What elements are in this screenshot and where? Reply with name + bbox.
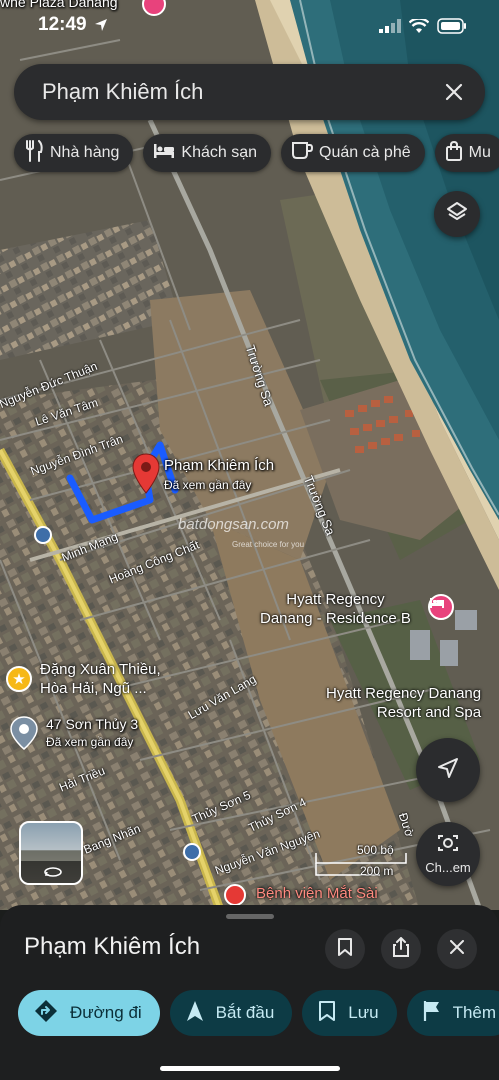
- watermark-text: batdongsan.com: [178, 516, 289, 533]
- status-bar: 12:49: [0, 0, 499, 56]
- scale-top-label: 500 bộ: [357, 843, 394, 857]
- chip-cafes[interactable]: Quán cà phê: [281, 134, 425, 172]
- search-bar[interactable]: Phạm Khiêm Ích: [14, 64, 485, 120]
- pin-subtitle-label: Đã xem gần đây: [164, 478, 252, 492]
- share-icon: [392, 936, 410, 962]
- scale-bottom-label: 200 m: [360, 864, 394, 878]
- flag-icon: [423, 1000, 441, 1027]
- poi-label-dang-xuan-thieu[interactable]: Đặng Xuân Thiều, Hòa Hải, Ngũ ...: [40, 660, 161, 698]
- poi-label-son-thuy-3[interactable]: 47 Sơn Thủy 3: [46, 716, 138, 732]
- save-place-button[interactable]: [325, 929, 365, 969]
- fork-knife-icon: [24, 139, 44, 167]
- category-chips: Nhà hàng Khách sạn Quán cà phê Mu: [14, 134, 499, 172]
- poi-label-hyatt-residence[interactable]: Hyatt Regency Danang - Residence B: [260, 590, 411, 628]
- bookmark-outline-icon: [337, 937, 353, 962]
- shopping-bag-icon: [445, 140, 463, 166]
- battery-icon: [437, 18, 467, 39]
- street-view-thumbnail[interactable]: [19, 821, 83, 885]
- camera-search-icon: [437, 833, 459, 858]
- chip-hotels-label: Khách sạn: [181, 144, 257, 161]
- watermark-subtext: Great choice for you: [232, 540, 305, 549]
- close-icon: [450, 939, 464, 959]
- bus-stop-icon[interactable]: [34, 526, 52, 544]
- coffee-cup-icon: [291, 141, 314, 166]
- search-query-text[interactable]: Phạm Khiêm Ích: [42, 79, 433, 105]
- share-button[interactable]: [381, 929, 421, 969]
- navigation-arrow-icon: [186, 1000, 204, 1027]
- place-title: Phạm Khiêm Ích: [24, 933, 201, 960]
- star-place-icon[interactable]: ★: [6, 666, 32, 692]
- directions-icon: [34, 999, 58, 1028]
- chip-hotels[interactable]: Khách sạn: [143, 134, 271, 172]
- signal-icon: [379, 19, 401, 38]
- lens-button[interactable]: Ch...em: [416, 822, 480, 886]
- chip-restaurants[interactable]: Nhà hàng: [14, 134, 134, 172]
- location-arrow-icon: [94, 18, 108, 37]
- layers-icon: [446, 201, 468, 228]
- start-button-label: Bắt đầu: [215, 1003, 275, 1022]
- sheet-drag-handle[interactable]: [226, 914, 274, 919]
- bed-icon: [153, 143, 175, 164]
- pin-title-label[interactable]: Phạm Khiêm Ích: [164, 457, 274, 474]
- save-button-label: Lưu: [348, 1003, 379, 1022]
- status-time: 12:49: [38, 14, 87, 35]
- bookmark-icon: [318, 1000, 336, 1027]
- poi-label-son-thuy-3-sub: Đã xem gần đây: [46, 735, 134, 749]
- bus-stop-icon-2[interactable]: [183, 843, 201, 861]
- chip-restaurants-label: Nhà hàng: [50, 144, 120, 161]
- add-label-button[interactable]: Thêm: [406, 990, 499, 1036]
- poi-label-benh-vien[interactable]: Bệnh viện Mắt Sài: [256, 884, 378, 903]
- home-indicator[interactable]: [160, 1066, 340, 1071]
- chip-shopping[interactable]: Mu: [434, 134, 499, 172]
- street-view-rotate-icon: [21, 861, 81, 883]
- poi-label-hyatt-resort[interactable]: Hyatt Regency Danang Resort and Spa: [326, 684, 481, 722]
- action-buttons-row: Đường đi Bắt đầu Lưu Thêm: [18, 990, 499, 1036]
- hotel-poi-icon[interactable]: [428, 594, 454, 620]
- directions-button[interactable]: Đường đi: [18, 990, 160, 1036]
- layers-button[interactable]: [434, 191, 480, 237]
- close-icon[interactable]: [433, 71, 475, 113]
- chip-shopping-label: Mu: [468, 144, 491, 161]
- start-button[interactable]: Bắt đầu: [169, 990, 293, 1036]
- hospital-poi-icon[interactable]: [224, 884, 246, 906]
- lens-button-label: Ch...em: [425, 860, 471, 875]
- directions-button-label: Đường đi: [70, 1003, 142, 1022]
- place-bottom-sheet[interactable]: Phạm Khiêm Ích Đường đi Bắt đầu Lưu Thêm: [0, 905, 499, 1080]
- chip-cafes-label: Quán cà phê: [319, 144, 411, 161]
- add-label-button-label: Thêm: [452, 1003, 497, 1022]
- navigation-arrow-outline-icon: [437, 757, 459, 784]
- save-button[interactable]: Lưu: [302, 990, 397, 1036]
- close-sheet-button[interactable]: [437, 929, 477, 969]
- my-location-button[interactable]: [416, 738, 480, 802]
- wifi-icon: [408, 16, 430, 39]
